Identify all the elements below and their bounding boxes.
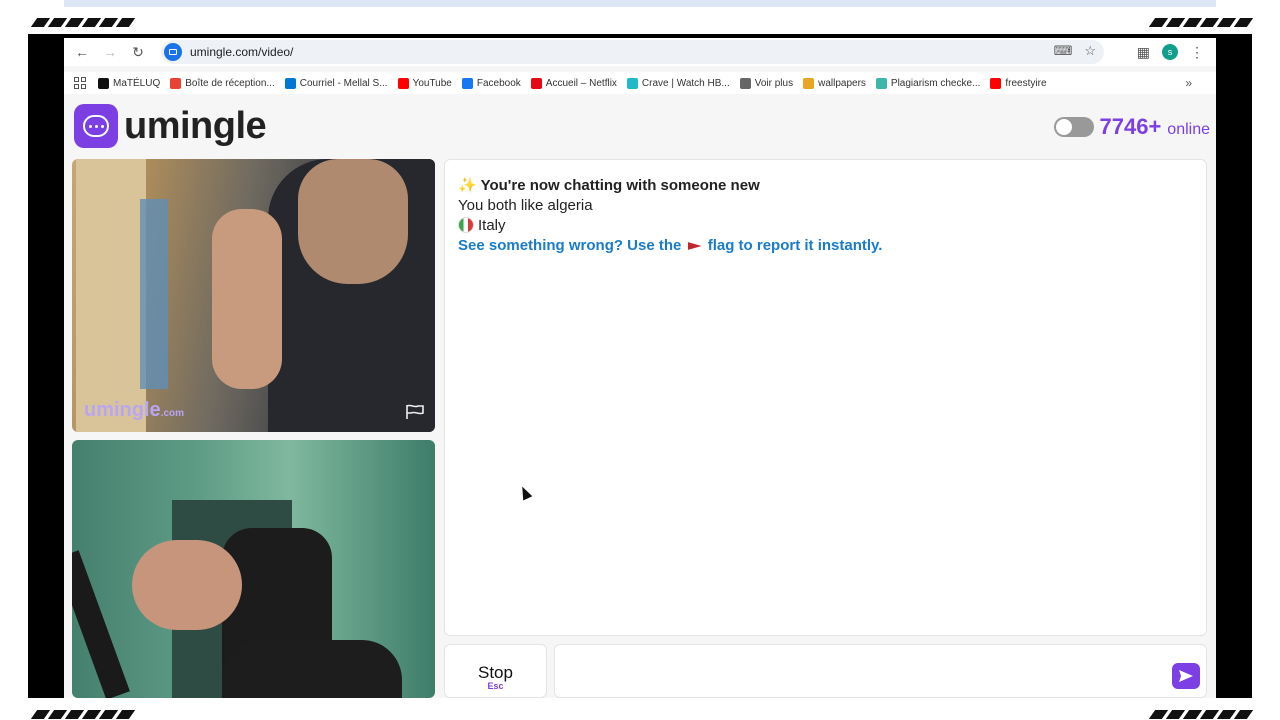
chat-bubble-logo-icon bbox=[74, 104, 118, 148]
wall-panel bbox=[76, 159, 146, 432]
local-video bbox=[72, 440, 435, 698]
bookmark-item[interactable]: Crave | Watch HB... bbox=[626, 77, 730, 89]
bookmark-label: Crave | Watch HB... bbox=[641, 77, 730, 89]
back-icon[interactable]: ← bbox=[68, 38, 96, 66]
decorative-stripes-bottom-left bbox=[30, 710, 136, 719]
site-logo[interactable]: umingle bbox=[74, 104, 267, 148]
reload-icon[interactable]: ↻ bbox=[124, 38, 152, 66]
profile-avatar[interactable]: s bbox=[1162, 44, 1178, 60]
bookmark-favicon-icon bbox=[98, 77, 109, 89]
message-input[interactable] bbox=[554, 644, 1207, 698]
bookmark-item[interactable]: YouTube bbox=[397, 77, 452, 89]
bookmark-item[interactable]: Voir plus bbox=[739, 77, 794, 89]
person-head bbox=[132, 540, 242, 630]
bookmark-favicon-icon bbox=[284, 77, 296, 89]
stop-label: Stop bbox=[478, 663, 513, 682]
online-label: online bbox=[1167, 121, 1210, 138]
outer-frame-bottom bbox=[0, 698, 1280, 720]
bookmark-favicon-icon bbox=[461, 77, 473, 89]
bookmark-label: wallpapers bbox=[818, 77, 866, 89]
bookmarks-bar: MaTÉLUQ Boîte de réception... Courriel - M… bbox=[64, 72, 1216, 94]
bookmark-favicon-icon bbox=[530, 77, 542, 89]
bookmark-label: YouTube bbox=[412, 77, 452, 89]
bookmark-item[interactable]: freestyire bbox=[990, 77, 1047, 89]
url-text[interactable]: umingle.com/video/ bbox=[190, 45, 293, 59]
bookmark-favicon-icon bbox=[739, 77, 751, 89]
menu-kebab-icon[interactable]: ⋮ bbox=[1190, 44, 1204, 61]
address-bar[interactable]: umingle.com/video/ ⌨ ☆ bbox=[161, 40, 1104, 64]
bookmark-favicon-icon bbox=[803, 77, 815, 89]
bookmark-label: Plagiarism checke... bbox=[890, 77, 981, 89]
apps-grid-icon[interactable] bbox=[74, 77, 86, 89]
report-suffix: flag to report it instantly. bbox=[707, 237, 883, 254]
chat-panel: ✨ You're now chatting with someone new Y… bbox=[444, 159, 1207, 636]
stop-button[interactable]: Stop Esc bbox=[444, 644, 547, 698]
umingle-watermark: umingle.com bbox=[84, 399, 185, 421]
bookmark-list: MaTÉLUQ Boîte de réception... Courriel - M… bbox=[98, 77, 1057, 89]
bookmark-label: Boîte de réception... bbox=[185, 77, 275, 89]
person-head bbox=[298, 159, 408, 284]
forward-icon[interactable]: → bbox=[96, 38, 124, 66]
logo-text: umingle bbox=[124, 104, 267, 147]
bookmark-item[interactable]: MaTÉLUQ bbox=[98, 77, 161, 89]
decorative-stripes-top-left bbox=[30, 18, 136, 27]
bookmark-label: Courriel - Mellal S... bbox=[299, 77, 388, 89]
online-count: 7746+ bbox=[1099, 114, 1162, 139]
send-icon[interactable] bbox=[1172, 663, 1200, 689]
report-prefix: See something wrong? Use the bbox=[458, 237, 682, 254]
bookmark-favicon-icon bbox=[397, 77, 409, 89]
sparkle-icon: ✨ bbox=[458, 177, 477, 194]
intro-text: You're now chatting with someone new bbox=[480, 177, 760, 194]
bookmark-item[interactable]: wallpapers bbox=[803, 77, 866, 89]
bookmark-item[interactable]: Boîte de réception... bbox=[170, 77, 275, 89]
extensions-icon[interactable]: ▦ bbox=[1137, 44, 1150, 61]
decorative-stripes-top-right bbox=[1148, 18, 1254, 27]
background-window-strip bbox=[64, 0, 1216, 7]
remote-video: umingle.com bbox=[72, 159, 435, 432]
report-flag-icon[interactable] bbox=[405, 404, 425, 420]
bookmark-item[interactable]: Facebook bbox=[461, 77, 521, 89]
red-flag-icon bbox=[687, 242, 702, 251]
umingle-page: umingle 7746+ online umingle.com ✨ You'r… bbox=[64, 96, 1216, 698]
bookmark-label: freestyire bbox=[1005, 77, 1047, 89]
translate-icon[interactable]: ⌨ bbox=[1054, 43, 1073, 59]
more-bookmarks-icon[interactable]: » bbox=[1185, 76, 1192, 90]
bookmark-favicon-icon bbox=[875, 77, 887, 89]
person-hand bbox=[212, 209, 282, 389]
common-interest-message: You both like algeria bbox=[458, 197, 593, 214]
stranger-country: Italy bbox=[458, 216, 1193, 236]
wall-poster bbox=[140, 199, 168, 389]
country-name: Italy bbox=[478, 217, 506, 234]
decorative-stripes-bottom-right bbox=[1148, 710, 1254, 719]
bookmark-item[interactable]: Accueil – Netflix bbox=[530, 77, 617, 89]
chat-intro-message: ✨ You're now chatting with someone new bbox=[458, 176, 1193, 196]
bookmark-item[interactable]: Plagiarism checke... bbox=[875, 77, 981, 89]
theme-toggle[interactable] bbox=[1053, 117, 1094, 137]
browser-window: ← → ↻ umingle.com/video/ ⌨ ☆ ▦ s ⋮ MaTÉL… bbox=[64, 38, 1216, 698]
outer-frame-top bbox=[0, 0, 1280, 34]
bookmark-label: MaTÉLUQ bbox=[113, 77, 161, 89]
browser-toolbar: ← → ↻ umingle.com/video/ ⌨ ☆ ▦ s ⋮ bbox=[64, 38, 1216, 66]
site-info-icon[interactable] bbox=[164, 43, 182, 61]
bookmark-item[interactable]: Courriel - Mellal S... bbox=[284, 77, 388, 89]
bookmark-favicon-icon bbox=[626, 77, 638, 89]
italy-flag-icon bbox=[458, 217, 474, 233]
stop-shortcut: Esc bbox=[487, 681, 504, 691]
bookmark-label: Facebook bbox=[476, 77, 521, 89]
bookmark-label: Voir plus bbox=[754, 77, 794, 89]
microphone-arm bbox=[72, 550, 130, 698]
person-body bbox=[222, 640, 402, 698]
report-notice: See something wrong? Use the flag to rep… bbox=[458, 236, 1193, 256]
bookmark-star-icon[interactable]: ☆ bbox=[1084, 43, 1096, 59]
online-counter: 7746+ online bbox=[1053, 114, 1210, 140]
bookmark-label: Accueil – Netflix bbox=[545, 77, 617, 89]
bookmark-favicon-icon bbox=[170, 77, 182, 89]
bookmark-favicon-icon bbox=[990, 77, 1002, 89]
